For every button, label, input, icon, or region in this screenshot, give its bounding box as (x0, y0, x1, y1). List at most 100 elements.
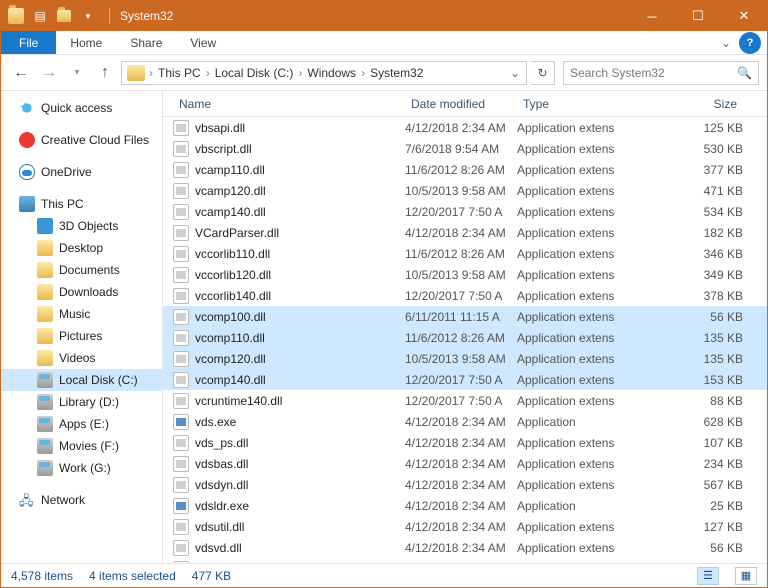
file-row[interactable]: vcamp120.dll10/5/2013 9:58 AMApplication… (163, 180, 767, 201)
maximize-button[interactable]: ☐ (675, 1, 721, 31)
file-type: Application extens (517, 310, 633, 324)
title-bar: ▤ ▾ System32 ─ ☐ ✕ (1, 1, 767, 31)
file-icon (173, 561, 189, 564)
file-row[interactable]: vcruntime140.dll12/20/2017 7:50 AApplica… (163, 390, 767, 411)
close-button[interactable]: ✕ (721, 1, 767, 31)
tab-view[interactable]: View (176, 31, 230, 54)
sidebar-item-music[interactable]: Music (1, 303, 162, 325)
file-list[interactable]: vbsapi.dll4/12/2018 2:34 AMApplication e… (163, 117, 767, 563)
file-row[interactable]: vccorlib120.dll10/5/2013 9:58 AMApplicat… (163, 264, 767, 285)
file-date: 4/12/2018 2:34 AM (405, 415, 517, 429)
sidebar-item-onedrive[interactable]: OneDrive (1, 161, 162, 183)
file-icon (173, 519, 189, 535)
sidebar-item-quick-access[interactable]: Quick access (1, 97, 162, 119)
file-type: Application extens (517, 478, 633, 492)
file-size: 135 KB (633, 331, 767, 345)
file-date: 12/20/2017 7:50 A (405, 205, 517, 219)
file-type: Application extens (517, 142, 633, 156)
drive-icon (37, 438, 53, 454)
status-bar: 4,578 items 4 items selected 477 KB ☰ ▦ (1, 563, 767, 587)
file-row[interactable]: vcomp110.dll11/6/2012 8:26 AMApplication… (163, 327, 767, 348)
minimize-button[interactable]: ─ (629, 1, 675, 31)
file-row[interactable]: vcomp100.dll6/11/2011 11:15 AApplication… (163, 306, 767, 327)
column-name[interactable]: Name (173, 97, 405, 111)
file-row[interactable]: vdsutil.dll4/12/2018 2:34 AMApplication … (163, 516, 767, 537)
file-icon (173, 456, 189, 472)
sidebar-item-this-pc[interactable]: This PC (1, 193, 162, 215)
folder-icon (37, 306, 53, 322)
file-tab[interactable]: File (1, 31, 56, 54)
navigation-pane[interactable]: Quick access Creative Cloud Files OneDri… (1, 91, 163, 563)
file-date: 11/6/2012 8:26 AM (405, 331, 517, 345)
sidebar-item-creative-cloud[interactable]: Creative Cloud Files (1, 129, 162, 151)
sidebar-item-downloads[interactable]: Downloads (1, 281, 162, 303)
file-date: 4/12/2018 2:34 AM (405, 226, 517, 240)
breadcrumb[interactable]: Windows (303, 66, 360, 80)
breadcrumb[interactable]: Local Disk (C:) (211, 66, 298, 80)
file-row[interactable]: vds_ps.dll4/12/2018 2:34 AMApplication e… (163, 432, 767, 453)
sidebar-item-pictures[interactable]: Pictures (1, 325, 162, 347)
sidebar-item-library-d-[interactable]: Library (D:) (1, 391, 162, 413)
column-type[interactable]: Type (517, 97, 633, 111)
file-icon (173, 351, 189, 367)
search-icon: 🔍 (737, 66, 752, 80)
file-name: vccorlib120.dll (195, 268, 405, 282)
sidebar-item-network[interactable]: Network (1, 489, 162, 511)
qa-customize-icon[interactable]: ▾ (77, 5, 99, 27)
sidebar-item-3d-objects[interactable]: 3D Objects (1, 215, 162, 237)
file-row[interactable]: vdsvd.dll4/12/2018 2:34 AMApplication ex… (163, 537, 767, 558)
help-button[interactable]: ? (739, 32, 761, 54)
breadcrumb[interactable]: This PC (154, 66, 205, 80)
pc-icon (19, 196, 35, 212)
tab-home[interactable]: Home (56, 31, 116, 54)
sidebar-item-apps-e-[interactable]: Apps (E:) (1, 413, 162, 435)
back-button[interactable]: ← (9, 61, 33, 85)
recent-locations-icon[interactable]: ▾ (65, 61, 89, 85)
sidebar-item-desktop[interactable]: Desktop (1, 237, 162, 259)
column-size[interactable]: Size (633, 97, 767, 111)
file-name: vbsapi.dll (195, 121, 405, 135)
refresh-button[interactable]: ↻ (531, 61, 555, 85)
up-button[interactable]: ↑ (93, 61, 117, 85)
sidebar-item-documents[interactable]: Documents (1, 259, 162, 281)
file-row[interactable]: vbsapi.dll4/12/2018 2:34 AMApplication e… (163, 117, 767, 138)
file-size: 107 KB (633, 436, 767, 450)
file-size: 234 KB (633, 457, 767, 471)
file-row[interactable]: vdsbas.dll4/12/2018 2:34 AMApplication e… (163, 453, 767, 474)
file-row[interactable]: vds.exe4/12/2018 2:34 AMApplication628 K… (163, 411, 767, 432)
file-name: vds.exe (195, 415, 405, 429)
file-row[interactable]: VCardParser.dll4/12/2018 2:34 AMApplicat… (163, 222, 767, 243)
address-bar[interactable]: › This PC › Local Disk (C:) › Windows › … (121, 61, 527, 85)
sidebar-item-work-g-[interactable]: Work (G:) (1, 457, 162, 479)
details-view-button[interactable]: ☰ (697, 567, 719, 585)
file-row[interactable]: vcomp120.dll10/5/2013 9:58 AMApplication… (163, 348, 767, 369)
file-date: 4/12/2018 2:34 AM (405, 457, 517, 471)
ribbon-expand-icon[interactable]: ⌄ (713, 31, 739, 54)
breadcrumb[interactable]: System32 (366, 66, 427, 80)
file-row[interactable]: vdsldr.exe4/12/2018 2:34 AMApplication25… (163, 495, 767, 516)
sidebar-item-movies-f-[interactable]: Movies (F:) (1, 435, 162, 457)
file-row[interactable]: vcamp140.dll12/20/2017 7:50 AApplication… (163, 201, 767, 222)
file-name: vcomp110.dll (195, 331, 405, 345)
qa-properties-icon[interactable]: ▤ (29, 5, 51, 27)
file-row[interactable]: vcomp140.dll12/20/2017 7:50 AApplication… (163, 369, 767, 390)
file-row[interactable]: vcamp110.dll11/6/2012 8:26 AMApplication… (163, 159, 767, 180)
file-type: Application extens (517, 289, 633, 303)
file-icon (173, 393, 189, 409)
forward-button[interactable]: → (37, 61, 61, 85)
file-row[interactable]: vccorlib140.dll12/20/2017 7:50 AApplicat… (163, 285, 767, 306)
file-row[interactable]: vccorlib110.dll11/6/2012 8:26 AMApplicat… (163, 243, 767, 264)
column-date[interactable]: Date modified (405, 97, 517, 111)
address-dropdown-icon[interactable]: ⌄ (506, 66, 524, 80)
sidebar-item-local-disk-c-[interactable]: Local Disk (C:) (1, 369, 162, 391)
thumbnails-view-button[interactable]: ▦ (735, 567, 757, 585)
tab-share[interactable]: Share (116, 31, 176, 54)
file-date: 10/5/2013 9:58 AM (405, 352, 517, 366)
search-input[interactable]: Search System32 🔍 (563, 61, 759, 85)
sidebar-item-videos[interactable]: Videos (1, 347, 162, 369)
file-icon (173, 183, 189, 199)
qa-new-folder-icon[interactable] (53, 5, 75, 27)
file-name: vds_ps.dll (195, 436, 405, 450)
file-row[interactable]: vbscript.dll7/6/2018 9:54 AMApplication … (163, 138, 767, 159)
file-row[interactable]: vdsdyn.dll4/12/2018 2:34 AMApplication e… (163, 474, 767, 495)
